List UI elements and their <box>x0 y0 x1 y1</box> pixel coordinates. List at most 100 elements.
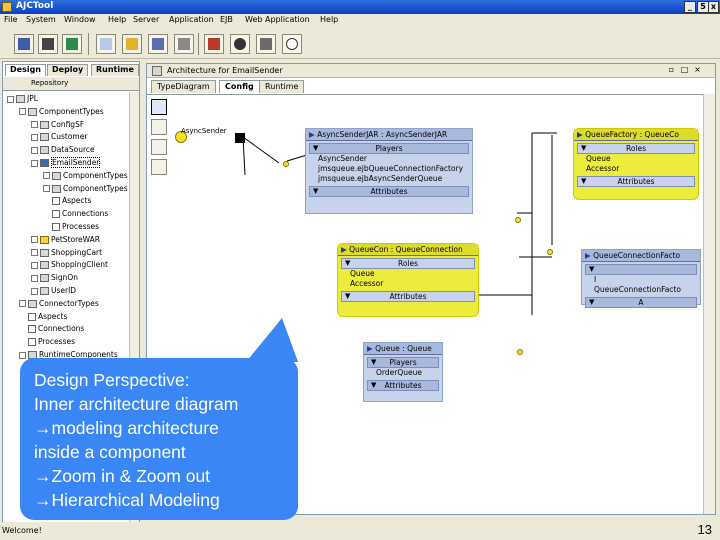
expand-toggle-icon[interactable] <box>31 261 38 269</box>
menu-window[interactable]: Window <box>64 15 96 24</box>
component-section-header[interactable]: ▼ Attributes <box>367 380 439 391</box>
tree-item[interactable]: Customer <box>31 132 87 144</box>
pencil-button[interactable] <box>256 34 276 54</box>
maximize-icon[interactable]: □ <box>680 66 689 75</box>
component-queue-factory[interactable]: ▶ QueueFactory : QueueCo ▼ Roles Queue Acces… <box>573 128 699 200</box>
close-icon[interactable]: × <box>693 66 702 75</box>
tree-item[interactable]: UserID <box>31 286 76 298</box>
minimize-button[interactable]: _ <box>684 1 696 13</box>
connector-dot[interactable] <box>547 249 553 255</box>
component-item[interactable]: AsyncSender <box>306 154 472 164</box>
menu-file[interactable]: File <box>4 15 17 24</box>
expand-arrow-icon[interactable]: ▶ <box>577 130 585 139</box>
ejb-button[interactable] <box>148 34 168 54</box>
tree-item[interactable]: EmailSender <box>31 157 101 170</box>
component-header[interactable]: ▶ Queue : Queue <box>364 343 442 355</box>
expand-toggle-icon[interactable] <box>19 108 26 116</box>
collapse-arrow-icon[interactable]: ▼ <box>313 144 318 153</box>
component-button[interactable] <box>122 34 142 54</box>
port-square-icon[interactable] <box>235 133 245 143</box>
tools-button[interactable] <box>174 34 194 54</box>
component-item[interactable]: OrderQueue <box>364 368 442 378</box>
component-section-header[interactable]: ▼ Roles <box>577 143 695 154</box>
component-item[interactable]: jmsqueue.ejbQueueConnectionFactory <box>306 164 472 174</box>
restore-icon[interactable]: ▫ <box>667 66 676 75</box>
connector-dot[interactable] <box>517 349 523 355</box>
collapse-arrow-icon[interactable]: ▼ <box>589 298 594 307</box>
menu-system[interactable]: System <box>26 15 56 24</box>
component-async-sender[interactable]: ▶ AsyncSenderJAR : AsyncSenderJAR ▼ Player… <box>305 128 473 214</box>
expand-toggle-icon[interactable] <box>31 236 38 244</box>
component-header[interactable]: ▶ AsyncSenderJAR : AsyncSenderJAR <box>306 129 472 141</box>
tree-item[interactable]: JPL <box>7 94 38 106</box>
paste-button[interactable] <box>62 34 82 54</box>
tree-item[interactable]: SignOn <box>31 273 78 285</box>
connector-dot[interactable] <box>283 161 289 167</box>
component-item[interactable]: jmsqueue.ejbAsyncSenderQueue <box>306 174 472 184</box>
tree-item[interactable]: ConnectorTypes <box>19 299 99 311</box>
tree-item[interactable]: ComponentTypes <box>43 171 128 183</box>
expand-toggle-icon[interactable] <box>43 172 50 180</box>
tab-typediagram[interactable]: TypeDiagram <box>151 80 216 93</box>
component-section-header[interactable]: ▼ Players <box>367 357 439 368</box>
expand-toggle-icon[interactable] <box>31 249 38 257</box>
component-section-header[interactable]: ▼ A <box>585 297 697 308</box>
document-button[interactable] <box>96 34 116 54</box>
save-button[interactable] <box>14 34 34 54</box>
help-button[interactable] <box>282 34 302 54</box>
canvas-scrollbar[interactable] <box>703 94 715 514</box>
expand-arrow-icon[interactable]: ▶ <box>585 251 593 260</box>
component-item[interactable]: Queue <box>574 154 698 164</box>
expand-toggle-icon[interactable] <box>19 351 26 359</box>
component-queue[interactable]: ▶ Queue : Queue ▼ Players OrderQueue ▼ Attrib… <box>363 342 443 402</box>
tree-item[interactable]: Connections <box>43 209 108 221</box>
expand-toggle-icon[interactable] <box>31 159 38 167</box>
film-button[interactable] <box>204 34 224 54</box>
eye-button[interactable] <box>230 34 250 54</box>
component-item[interactable]: Accessor <box>574 164 698 174</box>
component-item[interactable]: Accessor <box>338 279 478 289</box>
collapse-arrow-icon[interactable]: ▼ <box>345 292 350 301</box>
tree-item[interactable]: Processes <box>43 222 99 234</box>
tree-item[interactable]: ShoppingCart <box>31 248 102 260</box>
component-section-header[interactable]: ▼ Roles <box>341 258 475 269</box>
component-item[interactable]: I <box>582 275 700 285</box>
expand-toggle-icon[interactable] <box>19 300 26 308</box>
component-section-header[interactable]: ▼ Attributes <box>341 291 475 302</box>
tree-item[interactable]: ShoppingClient <box>31 260 108 272</box>
component-section-header[interactable]: ▼ <box>585 264 697 275</box>
component-header[interactable]: ▶ QueueCon : QueueConnection <box>338 244 478 256</box>
tab-deploy[interactable]: Deploy <box>47 64 89 76</box>
tree-item[interactable]: PetStoreWAR <box>31 235 100 247</box>
menu-help[interactable]: Help <box>108 15 126 24</box>
expand-arrow-icon[interactable]: ▶ <box>367 344 375 353</box>
tree-item[interactable]: Aspects <box>43 196 91 208</box>
tree-item[interactable]: Aspects <box>19 312 67 324</box>
cut-button[interactable] <box>38 34 58 54</box>
expand-toggle-icon[interactable] <box>31 287 38 295</box>
expand-arrow-icon[interactable]: ▶ <box>309 130 317 139</box>
tree-item[interactable]: Connections <box>19 324 84 336</box>
expand-toggle-icon[interactable] <box>31 121 38 129</box>
component-section-header[interactable]: ▼ Attributes <box>309 186 469 197</box>
collapse-arrow-icon[interactable]: ▼ <box>589 265 594 274</box>
expand-arrow-icon[interactable]: ▶ <box>341 245 349 254</box>
component-header[interactable]: ▶ QueueConnectionFacto <box>582 250 700 262</box>
component-item[interactable]: Queue <box>338 269 478 279</box>
tab-design[interactable]: Design <box>5 64 46 76</box>
component-item[interactable]: QueueConnectionFacto <box>582 285 700 295</box>
tab-runtime[interactable]: Runtime <box>91 64 139 76</box>
collapse-arrow-icon[interactable]: ▼ <box>345 259 350 268</box>
expand-toggle-icon[interactable] <box>31 274 38 282</box>
close-button[interactable]: x <box>708 1 719 13</box>
collapse-arrow-icon[interactable]: ▼ <box>313 187 318 196</box>
expand-toggle-icon[interactable] <box>31 133 38 141</box>
tree-item[interactable]: DataSource <box>31 145 95 157</box>
menu-server[interactable]: Server <box>133 15 159 24</box>
menu-help-2[interactable]: Help <box>320 15 338 24</box>
collapse-arrow-icon[interactable]: ▼ <box>581 144 586 153</box>
menu-ejb[interactable]: EJB <box>220 15 233 24</box>
collapse-arrow-icon[interactable]: ▼ <box>371 381 376 390</box>
component-header[interactable]: ▶ QueueFactory : QueueCo <box>574 129 698 141</box>
connector-dot[interactable] <box>515 217 521 223</box>
